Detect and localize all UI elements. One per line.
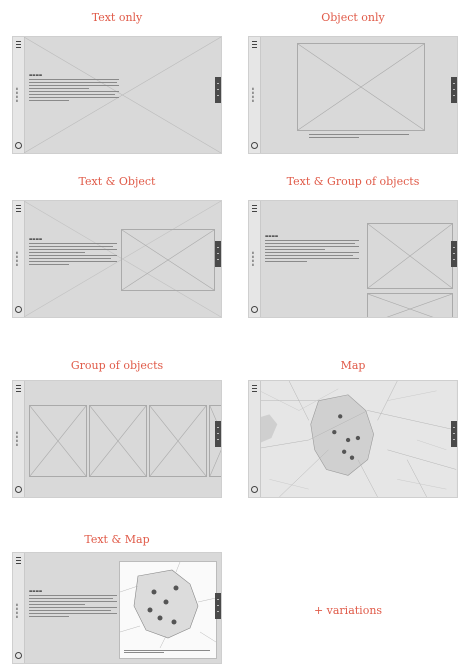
object-placeholder bbox=[121, 229, 215, 291]
text-block: ▬▬▬▬ bbox=[29, 237, 117, 267]
panel-title: Text & Object bbox=[78, 175, 156, 188]
menu-icon bbox=[252, 385, 257, 392]
map-card bbox=[119, 561, 217, 659]
variations-label: + variations bbox=[313, 604, 383, 617]
panel-text-only: Text only ▮▮▮▮ ▬▬▬▬ bbox=[12, 0, 222, 160]
wireframe-thumbnail: ▮▮▮▮ bbox=[12, 380, 222, 498]
menu-icon bbox=[16, 557, 21, 564]
panel-text-map: Text & Map ▮▮▮▮ ▬▬▬▬ bbox=[12, 492, 222, 665]
object-placeholder bbox=[367, 223, 453, 289]
right-controls bbox=[451, 77, 457, 103]
wireframe-thumbnail: ▮▮▮▮ ▬▬▬▬ bbox=[12, 36, 222, 154]
left-rail: ▮▮▮▮ bbox=[13, 381, 25, 497]
wireframe-thumbnail: ▮▮▮▮ ▬▬▬▬ bbox=[12, 552, 222, 664]
rail-label: ▮▮▮▮ bbox=[15, 251, 19, 267]
panel-title: Object only bbox=[321, 11, 385, 24]
nav-circle-icon bbox=[251, 486, 258, 493]
panel-text-object: Text & Object ▮▮▮▮ ▬▬▬▬ bbox=[12, 164, 222, 324]
rail-label: ▮▮▮▮ bbox=[15, 87, 19, 103]
menu-icon bbox=[16, 385, 21, 392]
rail-label: ▮▮▮▮ bbox=[15, 603, 19, 619]
nav-circle-icon bbox=[251, 142, 258, 149]
panel-title: Text & Group of objects bbox=[286, 175, 420, 188]
right-controls bbox=[451, 421, 457, 447]
left-rail: ▮▮▮▮ bbox=[249, 201, 261, 317]
panel-title: Group of objects bbox=[70, 359, 164, 372]
right-controls bbox=[215, 421, 221, 447]
left-rail: ▮▮▮▮ bbox=[249, 37, 261, 153]
object-placeholder bbox=[149, 405, 207, 477]
rail-label: ▮▮▮▮ bbox=[15, 431, 19, 447]
panel-title: Map bbox=[340, 359, 366, 372]
panel-title: Text & Map bbox=[84, 533, 150, 546]
object-placeholder bbox=[89, 405, 147, 477]
map-graphic bbox=[249, 381, 457, 497]
object-placeholder bbox=[297, 43, 425, 131]
map-caption bbox=[124, 650, 210, 653]
nav-circle-icon bbox=[15, 652, 22, 659]
menu-icon bbox=[252, 205, 257, 212]
caption-block bbox=[309, 134, 409, 140]
menu-icon bbox=[16, 41, 21, 48]
right-controls bbox=[451, 241, 457, 267]
panel-text-group-objects: Text & Group of objects ▮▮▮▮ ▬▬▬▬ bbox=[248, 164, 458, 324]
right-controls bbox=[215, 241, 221, 267]
rail-label: ▮▮▮▮ bbox=[251, 87, 255, 103]
wireframe-thumbnail: ▮▮▮▮ ▬▬▬▬ bbox=[12, 200, 222, 318]
text-block: ▬▬▬▬ bbox=[29, 73, 119, 103]
menu-icon bbox=[16, 205, 21, 212]
text-block: ▬▬▬▬ bbox=[265, 234, 359, 264]
menu-icon bbox=[252, 41, 257, 48]
nav-circle-icon bbox=[15, 306, 22, 313]
map-thumbnail bbox=[248, 380, 458, 498]
map-graphic bbox=[120, 562, 216, 648]
right-controls bbox=[215, 77, 221, 103]
right-controls bbox=[215, 593, 221, 619]
wireframe-thumbnail: ▮▮▮▮ bbox=[248, 36, 458, 154]
nav-circle-icon bbox=[251, 306, 258, 313]
rail-label: ▮▮▮▮ bbox=[251, 251, 255, 267]
nav-circle-icon bbox=[15, 142, 22, 149]
panel-title: Text only bbox=[91, 11, 143, 24]
left-rail bbox=[249, 381, 261, 497]
panel-object-only: Object only ▮▮▮▮ bbox=[248, 0, 458, 160]
object-placeholder bbox=[29, 405, 87, 477]
wireframe-thumbnail: ▮▮▮▮ ▬▬▬▬ bbox=[248, 200, 458, 318]
left-rail: ▮▮▮▮ bbox=[13, 553, 25, 663]
text-block: ▬▬▬▬ bbox=[29, 589, 117, 619]
panel-map: Map bbox=[248, 328, 458, 498]
object-placeholder bbox=[367, 293, 453, 317]
panel-group-objects: Group of objects ▮▮▮▮ bbox=[12, 328, 222, 498]
